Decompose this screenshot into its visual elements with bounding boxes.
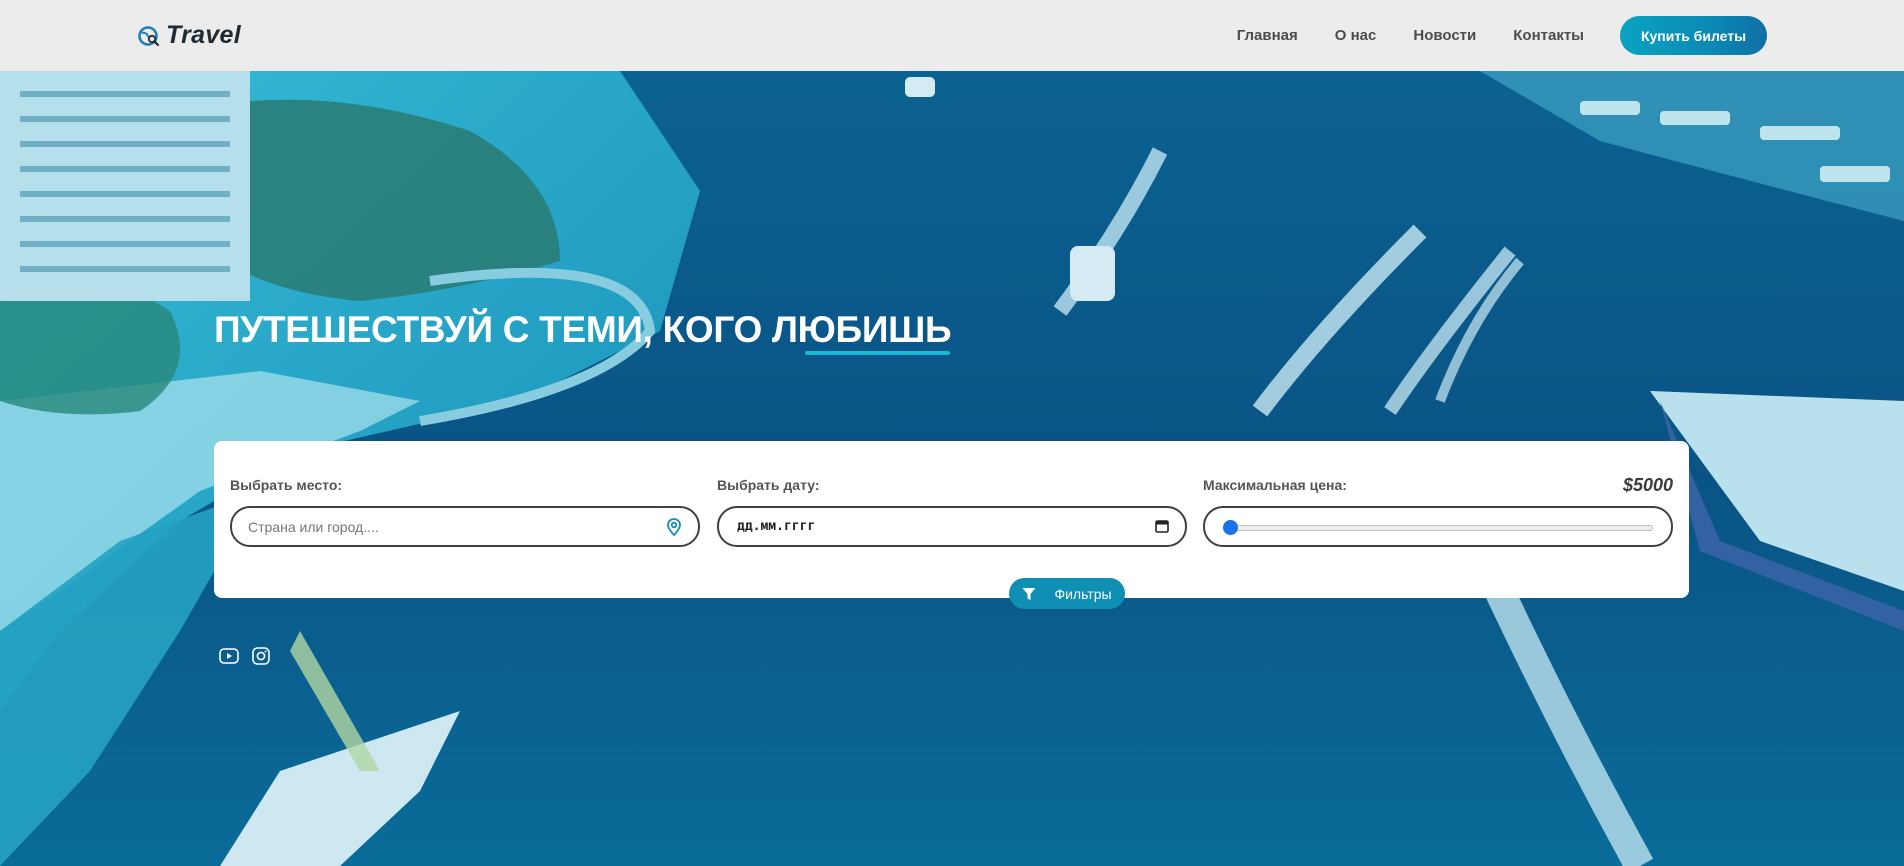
title-underline	[805, 351, 950, 355]
price-slider-track	[1227, 525, 1653, 531]
globe-search-icon	[138, 25, 160, 46]
main-nav: Главная О нас Новости Контакты Купить би…	[1237, 16, 1767, 55]
nav-about[interactable]: О нас	[1335, 27, 1377, 44]
nav-news[interactable]: Новости	[1413, 27, 1476, 44]
price-slider-thumb[interactable]	[1223, 520, 1238, 535]
filters-button[interactable]: Фильтры	[1009, 578, 1125, 609]
place-input[interactable]	[248, 508, 668, 545]
nav-contacts[interactable]: Контакты	[1513, 27, 1584, 44]
place-field: Выбрать место:	[230, 477, 700, 547]
logo[interactable]: Travel	[137, 21, 241, 50]
social-links	[219, 647, 271, 665]
hero-title: ПУТЕШЕСТВУЙ С ТЕМИ, КОГО ЛЮБИШЬ	[214, 309, 952, 350]
logo-text: Travel	[166, 21, 242, 49]
price-field: Максимальная цена: $5000	[1203, 475, 1673, 547]
search-card: Выбрать место: Выбрать дату: дд.мм.гггг …	[214, 441, 1689, 598]
buy-tickets-button[interactable]: Купить билеты	[1620, 16, 1767, 55]
date-field: Выбрать дату: дд.мм.гггг	[717, 477, 1187, 547]
filters-label: Фильтры	[1054, 585, 1112, 602]
place-label: Выбрать место:	[230, 477, 343, 493]
youtube-icon[interactable]	[219, 647, 239, 665]
date-label: Выбрать дату:	[717, 477, 820, 493]
date-input-value: дд.мм.гггг	[737, 519, 816, 534]
price-slider[interactable]	[1203, 506, 1673, 547]
date-input[interactable]: дд.мм.гггг	[717, 506, 1187, 547]
price-value: $5000	[1622, 475, 1673, 495]
price-label: Максимальная цена:	[1203, 477, 1347, 493]
location-pin-icon[interactable]	[666, 518, 682, 536]
site-header: Travel Главная О нас Новости Контакты Ку…	[0, 0, 1904, 71]
calendar-icon[interactable]	[1155, 519, 1169, 533]
instagram-icon[interactable]	[251, 647, 271, 665]
filter-icon	[1022, 587, 1036, 600]
place-input-wrapper	[230, 506, 700, 547]
nav-home[interactable]: Главная	[1237, 27, 1298, 44]
